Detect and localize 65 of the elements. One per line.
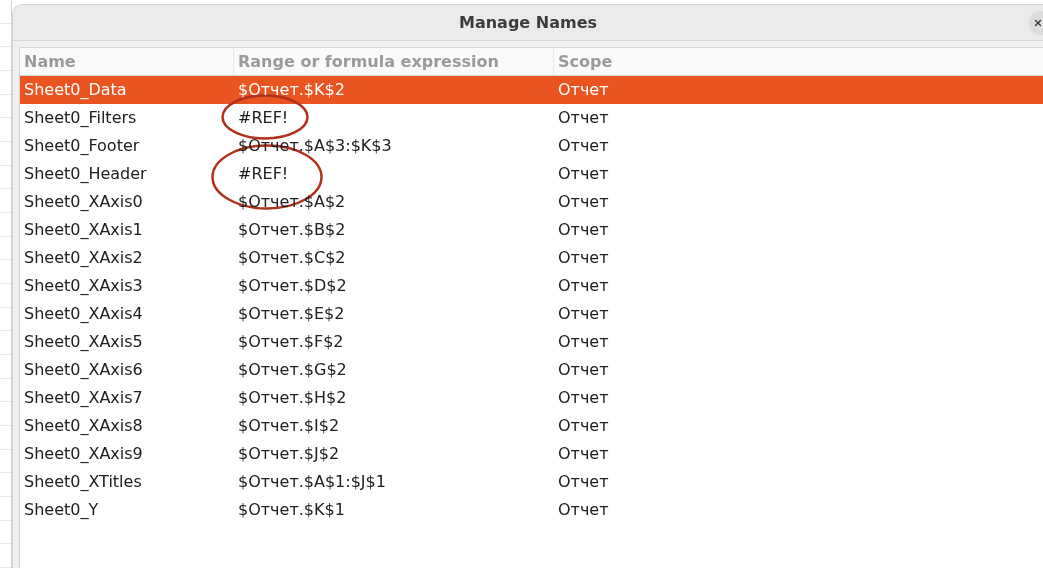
table-row[interactable]: Sheet0_Filters #REF! Отчет bbox=[20, 104, 1043, 132]
range-cell-text: $Отчет.$F$2 bbox=[238, 331, 344, 353]
scope-cell-text: Отчет bbox=[557, 387, 610, 409]
name-cell-text: Sheet0_XAxis3 bbox=[23, 275, 144, 297]
table-row[interactable]: Sheet0_Footer $Отчет.$A$3:$K$3 Отчет bbox=[20, 132, 1043, 160]
scope-cell-text: Отчет bbox=[557, 247, 610, 269]
table-row[interactable]: Sheet0_XAxis2 $Отчет.$C$2 Отчет bbox=[20, 244, 1043, 272]
name-cell-text: Sheet0_XAxis7 bbox=[23, 387, 144, 409]
name-cell-text: Sheet0_XAxis2 bbox=[23, 247, 144, 269]
scope-cell-text: Отчет bbox=[557, 415, 610, 437]
range-cell-text: #REF! bbox=[238, 107, 289, 129]
name-cell-text: Sheet0_XTitles bbox=[23, 471, 143, 493]
range-cell-text: $Отчет.$A$1:$J$1 bbox=[238, 471, 386, 493]
name-cell-text: Sheet0_Y bbox=[23, 499, 100, 521]
close-icon bbox=[1033, 18, 1043, 28]
table-row[interactable]: Sheet0_Header #REF! Отчет bbox=[20, 160, 1043, 188]
table-row[interactable]: Sheet0_XAxis8 $Отчет.$I$2 Отчет bbox=[20, 412, 1043, 440]
name-cell-text: Sheet0_XAxis9 bbox=[23, 443, 144, 465]
range-cell-text: $Отчет.$K$1 bbox=[238, 499, 345, 521]
name-cell-text: Sheet0_XAxis8 bbox=[23, 415, 144, 437]
range-cell-text: $Отчет.$E$2 bbox=[238, 303, 345, 325]
scope-cell-text: Отчет bbox=[557, 275, 610, 297]
scope-cell-text: Отчет bbox=[557, 107, 610, 129]
table-row[interactable]: Sheet0_Data $Отчет.$K$2 Отчет bbox=[20, 76, 1043, 104]
window-title: Manage Names bbox=[459, 11, 597, 34]
name-cell-text: Sheet0_Data bbox=[23, 79, 128, 101]
name-cell-text: Sheet0_XAxis4 bbox=[23, 303, 144, 325]
name-cell-text: Sheet0_Header bbox=[23, 163, 148, 185]
scope-cell-text: Отчет bbox=[557, 471, 610, 493]
close-button[interactable] bbox=[1029, 11, 1043, 35]
scope-cell-text: Отчет bbox=[557, 303, 610, 325]
range-cell-text: $Отчет.$C$2 bbox=[238, 247, 346, 269]
scope-cell-text: Отчет bbox=[557, 191, 610, 213]
table-row[interactable]: Sheet0_XAxis6 $Отчет.$G$2 Отчет bbox=[20, 356, 1043, 384]
name-cell-text: Sheet0_XAxis6 bbox=[23, 359, 144, 381]
name-cell-text: Sheet0_XAxis5 bbox=[23, 331, 144, 353]
table-row[interactable]: Sheet0_XAxis1 $Отчет.$B$2 Отчет bbox=[20, 216, 1043, 244]
table-row[interactable]: Sheet0_XAxis7 $Отчет.$H$2 Отчет bbox=[20, 384, 1043, 412]
table-row[interactable]: Sheet0_Y $Отчет.$K$1 Отчет bbox=[20, 496, 1043, 524]
name-cell-text: Sheet0_Filters bbox=[23, 107, 138, 129]
table-row[interactable]: Sheet0_XAxis4 $Отчет.$E$2 Отчет bbox=[20, 300, 1043, 328]
scope-cell-text: Отчет bbox=[557, 499, 610, 521]
range-cell-text: $Отчет.$D$2 bbox=[238, 275, 347, 297]
range-cell-text: $Отчет.$G$2 bbox=[238, 359, 347, 381]
range-cell-text: $Отчет.$A$3:$K$3 bbox=[238, 135, 392, 157]
table-row[interactable]: Sheet0_XTitles $Отчет.$A$1:$J$1 Отчет bbox=[20, 468, 1043, 496]
scope-cell-text: Отчет bbox=[557, 163, 610, 185]
scope-cell-text: Отчет bbox=[557, 79, 610, 101]
range-cell-text: $Отчет.$I$2 bbox=[238, 415, 340, 437]
name-cell-text: Sheet0_XAxis0 bbox=[23, 191, 144, 213]
scope-cell-text: Отчет bbox=[557, 219, 610, 241]
range-cell-text: $Отчет.$B$2 bbox=[238, 219, 346, 241]
range-cell-text: $Отчет.$J$2 bbox=[238, 443, 340, 465]
name-cell-text: Sheet0_XAxis1 bbox=[23, 219, 144, 241]
name-cell-text: Sheet0_Footer bbox=[23, 135, 141, 157]
range-cell-text: $Отчет.$K$2 bbox=[238, 79, 345, 101]
table-row[interactable]: Sheet0_XAxis3 $Отчет.$D$2 Отчет bbox=[20, 272, 1043, 300]
table-row[interactable]: Sheet0_XAxis5 $Отчет.$F$2 Отчет bbox=[20, 328, 1043, 356]
table-row[interactable]: Sheet0_XAxis9 $Отчет.$J$2 Отчет bbox=[20, 440, 1043, 468]
range-cell-text: $Отчет.$H$2 bbox=[238, 387, 347, 409]
scope-cell-text: Отчет bbox=[557, 443, 610, 465]
scope-cell-text: Отчет bbox=[557, 359, 610, 381]
range-cell-text: #REF! bbox=[238, 163, 289, 185]
scope-cell-text: Отчет bbox=[557, 331, 610, 353]
scope-cell-text: Отчет bbox=[557, 135, 610, 157]
